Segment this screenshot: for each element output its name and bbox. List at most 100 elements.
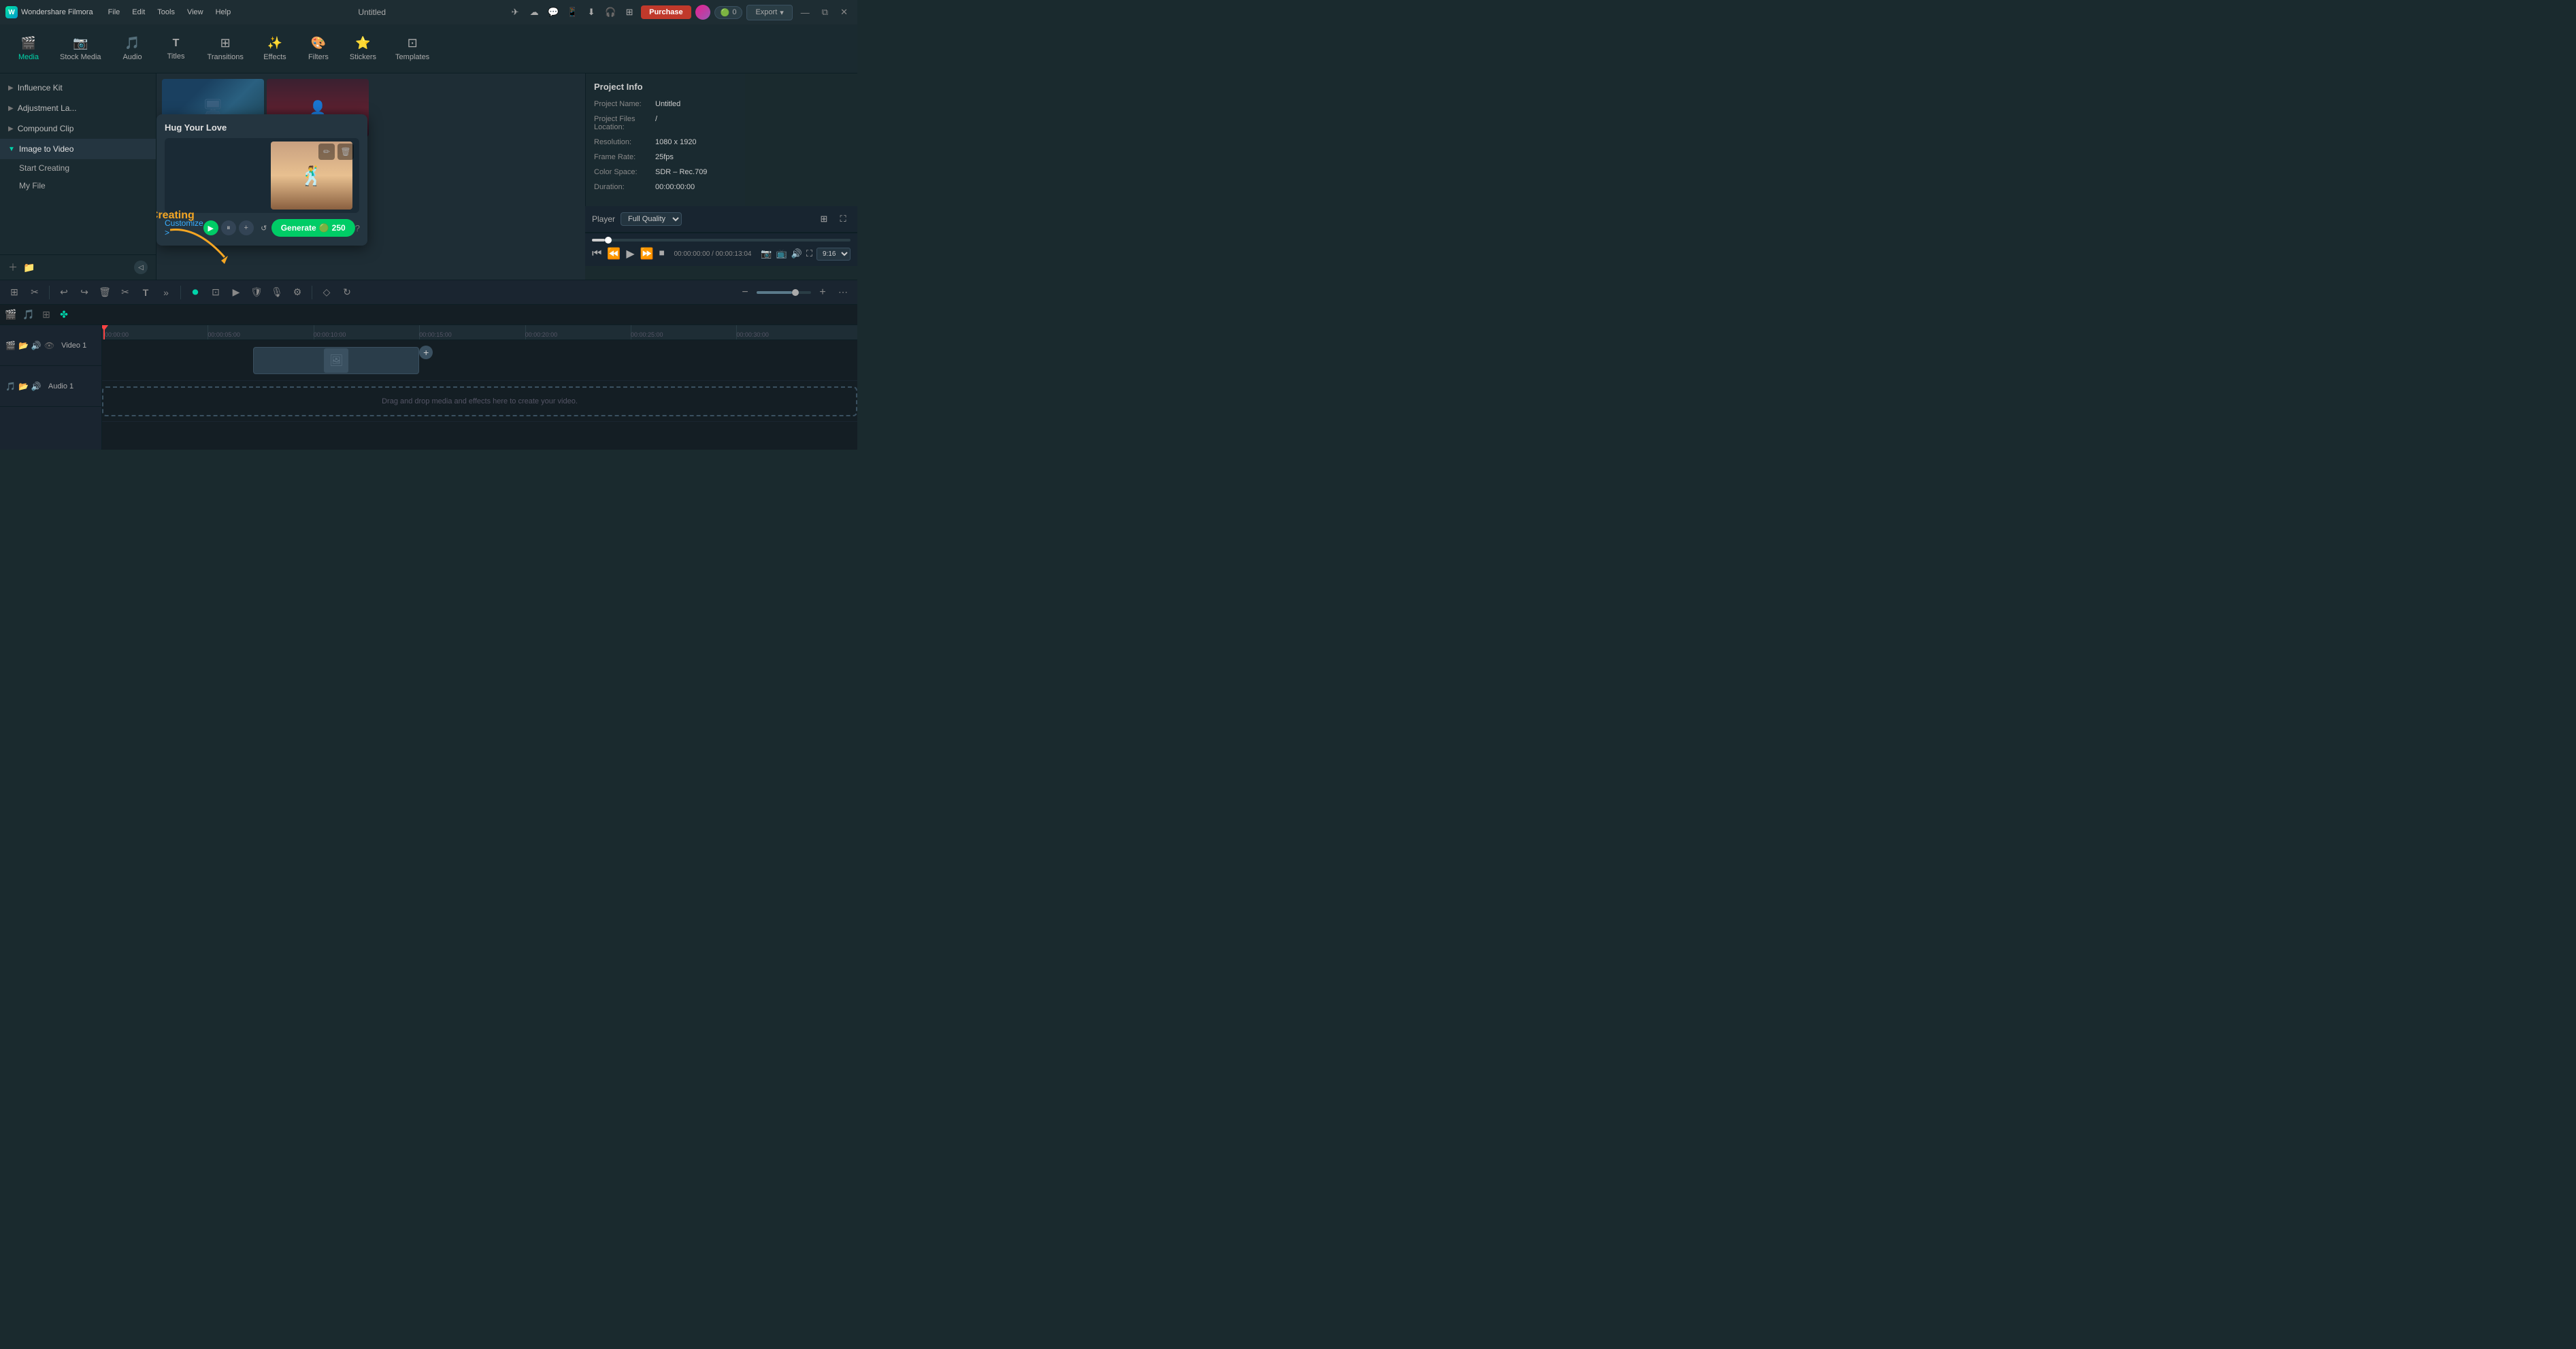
- playhead[interactable]: [103, 325, 105, 339]
- timeline-content: 🖼 + Drag and drop media and effects here…: [102, 340, 857, 450]
- zoom-more-button[interactable]: ⋯: [834, 284, 852, 301]
- stop-button[interactable]: ⏹: [659, 248, 665, 260]
- transform-button[interactable]: ⊡: [207, 284, 225, 301]
- media-icon: 🎬: [21, 36, 36, 50]
- edit-clip-button[interactable]: ✏: [318, 144, 335, 160]
- video-track-visibility-icon[interactable]: 👁: [44, 341, 54, 350]
- zoom-handle[interactable]: [792, 289, 799, 296]
- close-button[interactable]: ✕: [836, 7, 852, 18]
- progress-handle[interactable]: [605, 237, 612, 244]
- delete-button[interactable]: 🗑: [96, 284, 114, 301]
- toolbar-filters[interactable]: 🎨 Filters: [298, 32, 339, 65]
- user-avatar[interactable]: [695, 5, 710, 20]
- aspect-ratio-select[interactable]: 9:16: [816, 248, 851, 261]
- maximize-button[interactable]: ⧉: [818, 7, 832, 18]
- zoom-out-button[interactable]: −: [736, 284, 754, 301]
- video-track-import-icon[interactable]: 📂: [18, 341, 29, 350]
- menu-edit[interactable]: Edit: [127, 6, 150, 18]
- generate-button[interactable]: Generate 🟢 250: [271, 219, 355, 237]
- phone-icon[interactable]: 📱: [565, 5, 580, 20]
- text-button[interactable]: T: [137, 284, 154, 301]
- headphones-icon[interactable]: 🎧: [603, 5, 618, 20]
- refresh-icon-btn[interactable]: ↺: [257, 220, 271, 235]
- chevron-right-icon-3: ▶: [8, 125, 14, 133]
- menu-bar: File Edit Tools View Help: [103, 6, 237, 18]
- shield-button[interactable]: 🛡: [248, 284, 265, 301]
- delete-clip-button[interactable]: 🗑: [337, 144, 354, 160]
- send-icon[interactable]: ✈: [508, 5, 523, 20]
- video-track-name: Video 1: [61, 342, 86, 350]
- play-button[interactable]: ▶: [626, 247, 634, 261]
- fullscreen-icon[interactable]: ⛶: [836, 212, 851, 227]
- sidebar-item-my-file[interactable]: My File: [0, 177, 156, 195]
- cut-button[interactable]: ✂: [116, 284, 134, 301]
- generate-help-icon[interactable]: ?: [355, 223, 360, 233]
- ripple-edit-button[interactable]: ✂: [26, 284, 44, 301]
- keyframe-button[interactable]: ◇: [318, 284, 335, 301]
- minimize-button[interactable]: —: [797, 7, 814, 18]
- chevron-right-icon-2: ▶: [8, 105, 14, 112]
- add-folder-icon[interactable]: 📁: [23, 262, 35, 273]
- menu-tools[interactable]: Tools: [152, 6, 180, 18]
- sidebar-item-influence-kit[interactable]: ▶ Influence Kit: [0, 78, 156, 98]
- video-track-audio-icon[interactable]: 🔊: [31, 341, 42, 350]
- download-icon[interactable]: ⬇: [584, 5, 599, 20]
- add-audio-track-button[interactable]: 🎵: [22, 308, 35, 322]
- expand-icon[interactable]: ⛶: [806, 248, 812, 259]
- toolbar-divider-1: [49, 286, 50, 299]
- audio-track-icon[interactable]: 🎵: [5, 382, 16, 391]
- menu-view[interactable]: View: [182, 6, 209, 18]
- video-track-clip-icon[interactable]: 🎬: [5, 341, 16, 350]
- cloud-sync-icon[interactable]: ☁: [527, 5, 542, 20]
- step-forward-button[interactable]: ⏩: [640, 247, 654, 261]
- record-button[interactable]: ⏺: [186, 284, 204, 301]
- audio-record-button[interactable]: 🎙: [268, 284, 286, 301]
- toolbar-stickers[interactable]: ⭐ Stickers: [342, 32, 384, 65]
- add-special-track-button[interactable]: ✤: [57, 308, 71, 322]
- more-button[interactable]: »: [157, 284, 175, 301]
- toolbar-stock-media[interactable]: 📷 Stock Media: [52, 32, 110, 65]
- add-compound-button[interactable]: ⊞: [39, 308, 53, 322]
- title-bar: W Wondershare Filmora File Edit Tools Vi…: [0, 0, 857, 24]
- undo-button[interactable]: ↩: [55, 284, 73, 301]
- cast-icon[interactable]: 📺: [776, 248, 787, 259]
- sidebar-item-compound-clip[interactable]: ▶ Compound Clip: [0, 118, 156, 139]
- add-video-track-button[interactable]: 🎬: [4, 308, 18, 322]
- purchase-button[interactable]: Purchase: [641, 5, 691, 19]
- step-back-button[interactable]: ⏪: [607, 247, 621, 261]
- quality-select[interactable]: Full Quality 1/2 Quality 1/4 Quality: [621, 212, 682, 226]
- toolbar-titles[interactable]: T Titles: [156, 33, 197, 65]
- zoom-in-button[interactable]: +: [814, 284, 831, 301]
- grid-view-icon[interactable]: ⊞: [816, 212, 831, 227]
- ruler-mark-3: 00:00:15:00: [419, 331, 452, 338]
- toolbar-audio[interactable]: 🎵 Audio: [112, 32, 153, 65]
- collapse-panel-button[interactable]: ◁: [134, 261, 148, 274]
- volume-icon[interactable]: 🔊: [791, 248, 802, 259]
- track-settings-button[interactable]: ⚙: [288, 284, 306, 301]
- sidebar-item-image-to-video[interactable]: ▼ Image to Video: [0, 139, 156, 159]
- sidebar-item-start-creating[interactable]: Start Creating: [0, 159, 156, 177]
- loop-button[interactable]: ↻: [338, 284, 356, 301]
- toolbar-transitions[interactable]: ⊞ Transitions: [199, 32, 252, 65]
- progress-bar[interactable]: [592, 239, 851, 242]
- zoom-bar[interactable]: [757, 291, 811, 294]
- toolbar-templates[interactable]: ⊡ Templates: [387, 32, 437, 65]
- menu-help[interactable]: Help: [210, 6, 237, 18]
- timeline-ruler: 00:00:00 00:00:05:00 00:00:10:00 00:00:1…: [102, 325, 857, 340]
- export-button[interactable]: Export ▾: [746, 5, 792, 20]
- audio-import-icon[interactable]: 📂: [18, 382, 29, 391]
- toolbar-effects[interactable]: ✨ Effects: [254, 32, 295, 65]
- menu-file[interactable]: File: [103, 6, 126, 18]
- play-clip-button[interactable]: ▶: [227, 284, 245, 301]
- audio-mute-icon[interactable]: 🔊: [31, 382, 42, 391]
- right-column: Project Info Project Name: Untitled Proj…: [585, 73, 857, 280]
- subtitles-icon[interactable]: 💬: [546, 5, 561, 20]
- redo-button[interactable]: ↪: [76, 284, 93, 301]
- scene-detect-button[interactable]: ⊞: [5, 284, 23, 301]
- add-media-icon[interactable]: ＋: [8, 261, 18, 274]
- go-start-button[interactable]: ⏮: [592, 248, 601, 260]
- snapshot-icon[interactable]: 📷: [761, 248, 772, 259]
- grid-icon[interactable]: ⊞: [622, 5, 637, 20]
- toolbar-media[interactable]: 🎬 Media: [8, 32, 49, 65]
- sidebar-item-adjustment-la[interactable]: ▶ Adjustment La...: [0, 98, 156, 118]
